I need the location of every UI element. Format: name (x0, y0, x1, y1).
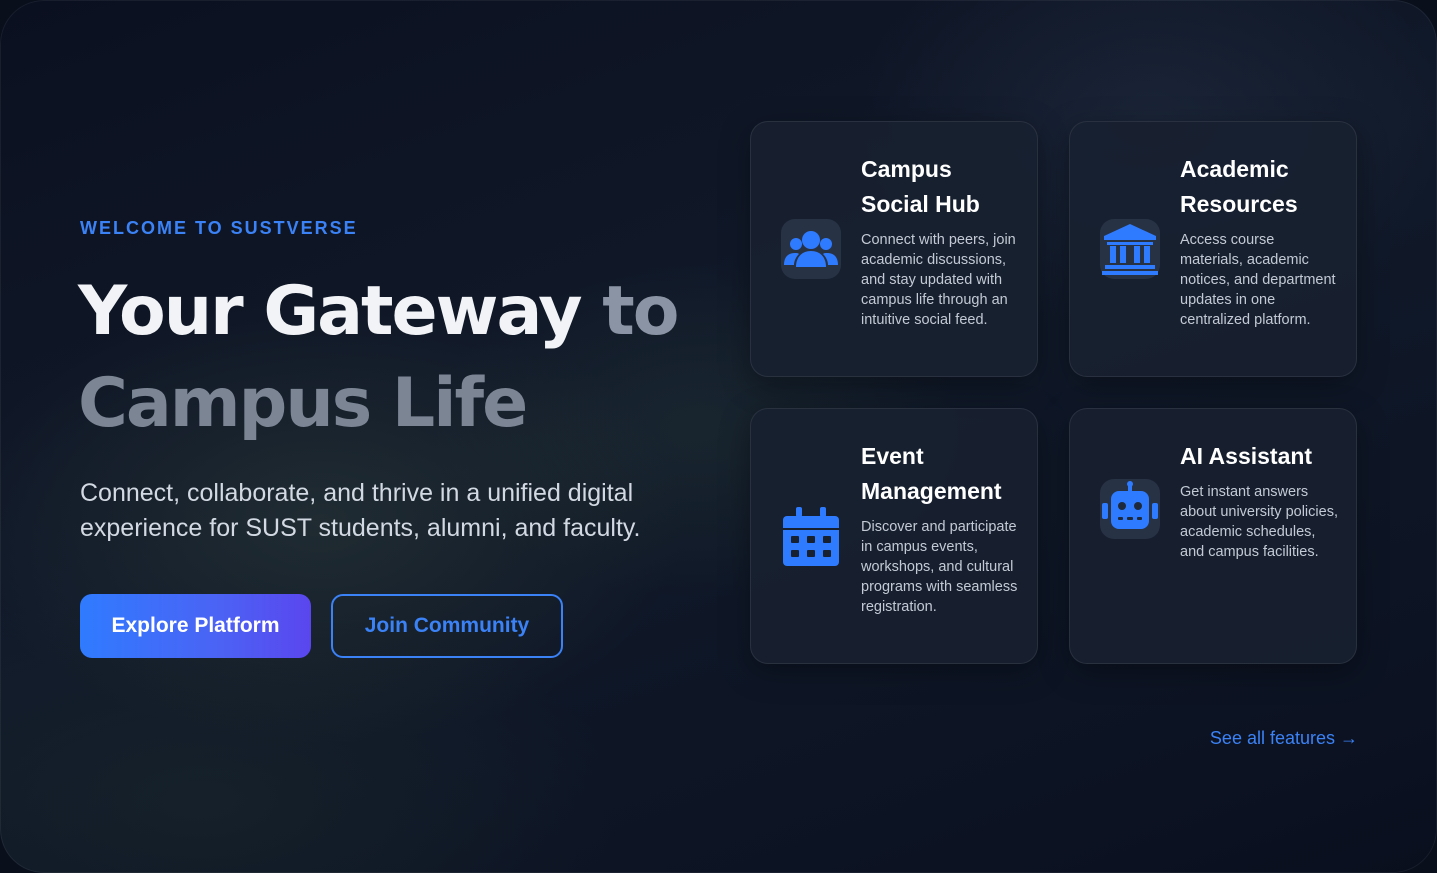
hero-subtitle: Connect, collaborate, and thrive in a un… (80, 479, 641, 542)
feature-card-social-hub[interactable]: Campus Social Hub Connect with peers, jo… (750, 121, 1038, 377)
feature-description: Discover and participate in campus event… (861, 519, 1018, 615)
see-all-features-link[interactable]: See all features → (1210, 728, 1358, 749)
feature-card-ai-assistant[interactable]: AI Assistant Get instant answers about u… (1069, 408, 1357, 664)
users-icon (781, 219, 841, 279)
feature-title: Event Management (861, 443, 1002, 504)
explore-platform-button[interactable]: Explore Platform (80, 594, 311, 658)
feature-card-academic-resources[interactable]: Academic Resources Access course materia… (1069, 121, 1357, 377)
feature-description: Connect with peers, join academic discus… (861, 232, 1016, 328)
join-community-button[interactable]: Join Community (331, 594, 563, 658)
calendar-icon (781, 506, 841, 566)
feature-description: Get instant answers about university pol… (1180, 484, 1338, 560)
hero-title: Your Gateway to Campus Life (78, 266, 680, 450)
feature-title: AI Assistant (1180, 443, 1313, 469)
hero-title-line1: Your Gateway (78, 272, 583, 351)
hero-title-line1-end: to (580, 272, 679, 351)
robot-icon (1100, 479, 1160, 539)
hero-title-line2: Campus Life (78, 364, 528, 443)
hero-section: WELCOME TO SUSTVERSE Your Gateway to Cam… (0, 0, 1437, 873)
feature-title: Campus Social Hub (861, 156, 980, 217)
eyebrow-label: WELCOME TO SUSTVERSE (80, 218, 358, 238)
university-icon (1100, 219, 1160, 279)
feature-title: Academic Resources (1180, 156, 1298, 217)
feature-card-event-management[interactable]: Event Management Discover and participat… (750, 408, 1038, 664)
feature-description: Access course materials, academic notice… (1180, 232, 1336, 328)
